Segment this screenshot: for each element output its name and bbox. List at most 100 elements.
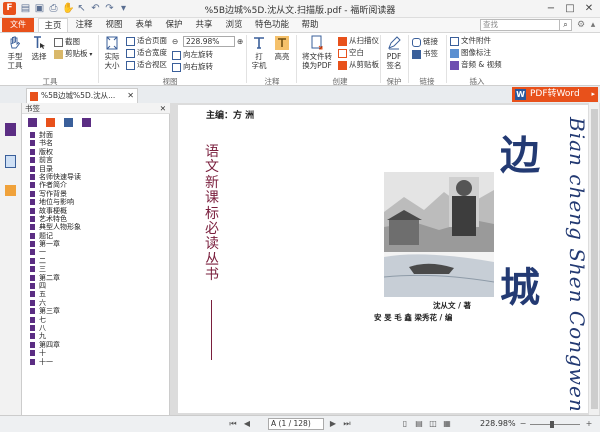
continuous-page-icon[interactable]: ▤	[414, 419, 424, 429]
bookmark-item[interactable]: 八	[30, 324, 158, 332]
bookmark-item[interactable]: 三	[30, 265, 158, 273]
settings-icon[interactable]: ⚙	[576, 20, 586, 30]
rotate-right-button[interactable]: 向右旋转	[172, 62, 213, 72]
close-tab-icon[interactable]: ✕	[127, 89, 134, 102]
bookmark-item[interactable]: 第四章	[30, 341, 158, 349]
menu-share[interactable]: 共享	[190, 18, 218, 32]
convert-icon	[311, 35, 323, 50]
bookmark-item[interactable]: 六	[30, 299, 158, 307]
delete-bookmark-icon[interactable]	[46, 118, 55, 127]
bookmark-item[interactable]: 十	[30, 349, 158, 357]
pdf-to-word-button[interactable]: W PDF转Word ▸	[512, 87, 598, 102]
bookmark-item[interactable]: 版权	[30, 148, 158, 156]
expand-bookmark-icon[interactable]	[28, 118, 37, 127]
fit-page-button[interactable]: 适合页面	[126, 36, 167, 46]
zoom-out-icon[interactable]: ⊖	[172, 37, 178, 47]
bookmark-item[interactable]: 书名	[30, 139, 158, 147]
bookmark-item[interactable]: 地位与影响	[30, 198, 158, 206]
hand-tool-button[interactable]: 手型 工具	[4, 35, 26, 70]
next-page-icon[interactable]: ▶	[328, 419, 338, 429]
bookmarks-panel-icon[interactable]	[5, 123, 16, 136]
menu-home[interactable]: 主页	[38, 18, 68, 33]
minimize-button[interactable]: −	[542, 1, 560, 16]
maximize-button[interactable]: □	[561, 1, 579, 16]
bookmark-label: 第四章	[39, 340, 60, 349]
select-button[interactable]: 选择	[28, 35, 50, 61]
menu-comment[interactable]: 注释	[70, 18, 98, 32]
menu-browse[interactable]: 浏览	[220, 18, 248, 32]
bookmark-item[interactable]: 四	[30, 282, 158, 290]
menu-form[interactable]: 表单	[130, 18, 158, 32]
from-clipboard-icon	[338, 60, 347, 70]
bookmark-item[interactable]: 故事梗概	[30, 207, 158, 215]
actual-size-button[interactable]: 实际 大小	[101, 35, 123, 70]
menu-protect[interactable]: 保护	[160, 18, 188, 32]
fit-width-icon	[126, 48, 135, 58]
attachment-button[interactable]: 文件附件	[450, 36, 491, 46]
menu-view[interactable]: 视图	[100, 18, 128, 32]
first-page-icon[interactable]: ⏮	[228, 419, 238, 429]
collapse-ribbon-icon[interactable]: ▴	[588, 20, 598, 30]
zoom-input[interactable]: 228.98%	[183, 36, 235, 47]
image-annotation-button[interactable]: 图像标注	[450, 48, 491, 58]
comments-panel-icon[interactable]	[5, 185, 16, 196]
link-button[interactable]: 链接	[412, 37, 438, 47]
pages-panel-icon[interactable]	[5, 155, 16, 168]
document-tab[interactable]: %5B边城%5D.沈从... ✕	[26, 88, 138, 103]
bookmark-button[interactable]: 书签	[412, 49, 438, 59]
highlight-button[interactable]: 高亮	[272, 35, 292, 61]
audio-video-label: 音频 & 视频	[461, 60, 502, 69]
last-page-icon[interactable]: ⏭	[342, 419, 352, 429]
scrollbar-thumb[interactable]	[591, 109, 598, 409]
prev-page-icon[interactable]: ◀	[242, 419, 252, 429]
add-bookmark-icon[interactable]	[64, 118, 73, 127]
zoom-in-icon[interactable]: ⊕	[237, 37, 243, 47]
bookmark-options-icon[interactable]	[82, 118, 91, 127]
screenshot-button[interactable]: 截图	[54, 37, 80, 47]
bookmark-item[interactable]: 目录	[30, 165, 158, 173]
zoom-slider[interactable]	[530, 421, 580, 428]
search-input[interactable]: 查找	[480, 19, 560, 31]
continuous-facing-icon[interactable]: ▦	[442, 419, 452, 429]
bookmark-item[interactable]: 七	[30, 316, 158, 324]
bookmark-item[interactable]: 十一	[30, 358, 158, 366]
menu-help[interactable]: 帮助	[296, 18, 324, 32]
bookmark-item[interactable]: 第一章	[30, 240, 158, 248]
pdf-sign-button[interactable]: PDF 签名	[383, 35, 405, 70]
document-scrollbar[interactable]	[588, 103, 599, 415]
blank-button[interactable]: 空白	[338, 48, 364, 58]
rotate-left-button[interactable]: 向左旋转	[172, 50, 213, 60]
search-icon[interactable]: ⌕	[560, 19, 572, 31]
zoom-slider-knob[interactable]	[550, 421, 554, 428]
from-clipboard-button[interactable]: 从剪贴板	[338, 60, 379, 70]
bookmark-flag-icon	[30, 199, 35, 206]
bookmark-item[interactable]: 二	[30, 257, 158, 265]
bookmark-item[interactable]: 题记	[30, 232, 158, 240]
pinyin-title: Bian cheng Shen Congwen	[565, 117, 588, 413]
bookmark-item[interactable]: 九	[30, 332, 158, 340]
zoom-in-icon[interactable]: +	[584, 419, 594, 429]
bookmark-item[interactable]: 前言	[30, 156, 158, 164]
zoom-out-icon[interactable]: −	[518, 419, 528, 429]
page-number-input[interactable]: A (1 / 128)	[268, 418, 324, 430]
fit-visible-button[interactable]: 适合视区	[126, 60, 167, 70]
bookmark-item[interactable]: 五	[30, 290, 158, 298]
close-button[interactable]: ✕	[580, 1, 598, 16]
bookmark-item[interactable]: 第三章	[30, 307, 158, 315]
close-panel-icon[interactable]: ✕	[160, 103, 166, 114]
fit-width-button[interactable]: 适合宽度	[126, 48, 167, 58]
menu-features[interactable]: 特色功能	[250, 18, 294, 32]
clipboard-button[interactable]: 剪贴板 ▾	[54, 49, 92, 59]
bookmark-item[interactable]: 一	[30, 248, 158, 256]
convert-to-pdf-button[interactable]: 将文件转 换为PDF	[299, 35, 335, 70]
menu-file[interactable]: 文件	[2, 18, 34, 32]
bookmark-item[interactable]: 写作背景	[30, 190, 158, 198]
single-page-icon[interactable]: ▯	[400, 419, 410, 429]
audio-video-button[interactable]: 音频 & 视频	[450, 60, 502, 70]
typewriter-button[interactable]: 打 字机	[249, 35, 269, 70]
bookmark-item[interactable]: 作者简介	[30, 181, 158, 189]
bookmark-item[interactable]: 第二章	[30, 274, 158, 282]
bookmark-item[interactable]: 典型人物形象	[30, 223, 158, 231]
from-scanner-button[interactable]: 从扫描仪	[338, 36, 379, 46]
facing-page-icon[interactable]: ◫	[428, 419, 438, 429]
